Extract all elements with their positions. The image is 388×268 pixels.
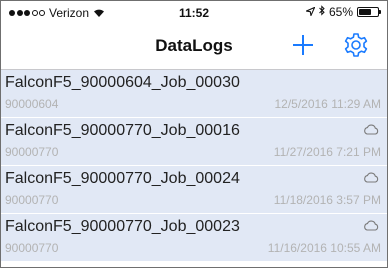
plus-icon bbox=[293, 35, 313, 55]
datalog-title: FalconF5_90000770_Job_00023 bbox=[5, 218, 240, 235]
settings-button[interactable] bbox=[343, 32, 369, 58]
datalog-date: 11/18/2016 3:57 PM bbox=[273, 193, 381, 207]
battery-percent: 65% bbox=[328, 5, 353, 19]
datalog-date: 11/16/2016 10:55 AM bbox=[267, 241, 381, 255]
status-bar: Verizon 11:52 65% bbox=[1, 1, 387, 23]
datalog-date: 11/27/2016 7:21 PM bbox=[273, 145, 381, 159]
datalog-row[interactable]: FalconF5_90000770_Job_00023 90000770 11/16… bbox=[1, 214, 387, 262]
datalog-device-id: 90000770 bbox=[5, 241, 59, 255]
datalog-title: FalconF5_90000604_Job_00030 bbox=[5, 74, 240, 91]
battery-icon bbox=[357, 7, 381, 17]
status-right: 65% bbox=[305, 5, 381, 19]
cloud-icon bbox=[364, 172, 379, 183]
gear-icon bbox=[344, 33, 368, 57]
datalog-title: FalconF5_90000770_Job_00024 bbox=[5, 170, 240, 187]
cloud-icon bbox=[364, 220, 379, 231]
datalog-date: 12/5/2016 11:29 AM bbox=[274, 97, 381, 111]
datalog-row[interactable]: FalconF5_90000770_Job_00016 90000770 11/27… bbox=[1, 118, 387, 166]
datalog-device-id: 90000770 bbox=[5, 145, 59, 159]
datalog-device-id: 90000604 bbox=[5, 97, 59, 111]
location-arrow-icon bbox=[305, 5, 316, 19]
datalog-device-id: 90000770 bbox=[5, 193, 59, 207]
page-title: DataLogs bbox=[155, 36, 233, 55]
datalog-title: FalconF5_90000770_Job_00016 bbox=[5, 122, 240, 139]
datalog-row[interactable]: FalconF5_90000604_Job_00030 90000604 12/5/… bbox=[1, 70, 387, 118]
cloud-icon bbox=[364, 124, 379, 135]
add-button[interactable] bbox=[291, 33, 315, 57]
navigation-bar: DataLogs bbox=[1, 23, 387, 70]
app-frame: Verizon 11:52 65% DataLogs FalconF5_9000… bbox=[0, 0, 388, 268]
bluetooth-icon bbox=[319, 5, 325, 19]
datalog-row[interactable]: FalconF5_90000770_Job_00024 90000770 11/18… bbox=[1, 166, 387, 214]
datalog-list: FalconF5_90000604_Job_00030 90000604 12/5/… bbox=[1, 70, 387, 262]
